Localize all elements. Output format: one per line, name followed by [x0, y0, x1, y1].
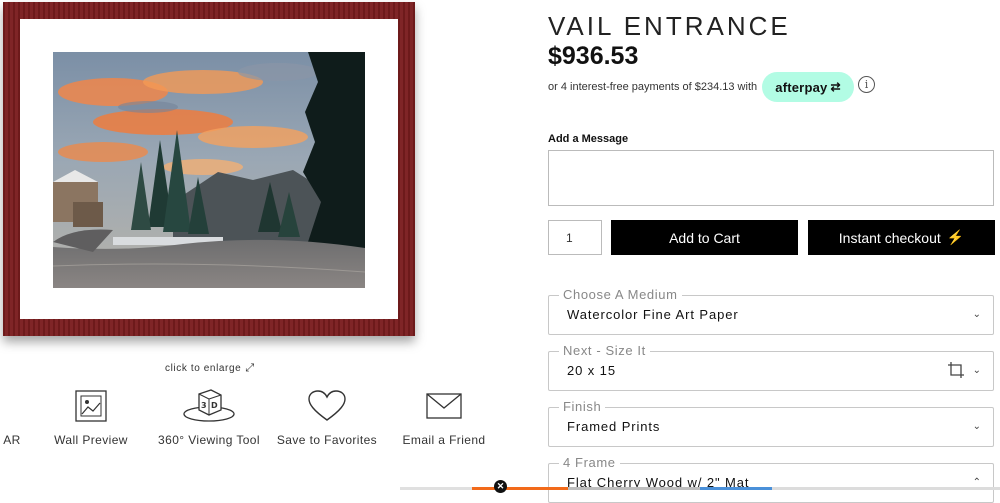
medium-legend: Choose A Medium	[559, 287, 682, 302]
chevron-down-icon: ⌄	[972, 309, 981, 320]
lightning-icon: ⚡	[946, 229, 965, 245]
message-input[interactable]	[548, 150, 994, 206]
chevron-down-icon: ⌄	[972, 421, 981, 432]
360-viewer-tool[interactable]: 3 D 360° Viewing Tool	[155, 388, 263, 447]
save-favorites-tool[interactable]: Save to Favorites	[275, 388, 379, 447]
ar-label: AR	[3, 433, 21, 447]
expand-icon: ⤢	[245, 362, 255, 374]
product-price: $936.53	[548, 42, 639, 70]
instant-checkout-button[interactable]: Instant checkout ⚡	[808, 220, 995, 255]
medium-select[interactable]: Choose A Medium Watercolor Fine Art Pape…	[548, 287, 994, 335]
360-viewer-label: 360° Viewing Tool	[158, 433, 260, 447]
envelope-icon	[400, 388, 488, 424]
3d-viewer-icon: 3 D	[155, 388, 263, 424]
email-friend-tool[interactable]: Email a Friend	[400, 388, 488, 447]
crop-icon[interactable]	[947, 361, 965, 384]
finish-select[interactable]: Finish Framed Prints ⌄	[548, 399, 994, 447]
add-to-cart-button[interactable]: Add to Cart	[611, 220, 798, 255]
ar-tool[interactable]: AR	[0, 388, 24, 447]
afterpay-logo-icon: ⇄	[830, 80, 841, 94]
finish-legend: Finish	[559, 399, 606, 414]
size-legend: Next - Size It	[559, 343, 650, 358]
email-friend-label: Email a Friend	[402, 433, 486, 447]
size-select[interactable]: Next - Size It 20 x 15 ⌄	[548, 343, 994, 391]
installment-text: or 4 interest-free payments of $234.13 w…	[548, 81, 758, 93]
afterpay-badge[interactable]: afterpay ⇄	[762, 72, 854, 102]
framed-artwork[interactable]	[3, 2, 415, 336]
product-tools: AR Wall Preview 3 D 360° Viewing Tool Sa…	[0, 388, 500, 458]
add-to-cart-label: Add to Cart	[669, 229, 740, 246]
close-icon[interactable]: ✕	[494, 480, 507, 493]
size-value: 20 x 15	[567, 363, 616, 378]
enlarge-label: click to enlarge	[165, 363, 242, 374]
wall-preview-icon	[50, 388, 132, 424]
svg-text:D: D	[211, 401, 218, 410]
frame-select[interactable]: 4 Frame Flat Cherry Wood w/ 2" Mat ⌃	[548, 455, 994, 503]
artwork-image[interactable]	[53, 52, 365, 288]
info-icon[interactable]: i	[858, 76, 875, 93]
afterpay-label: afterpay	[775, 79, 828, 95]
finish-value: Framed Prints	[567, 419, 661, 434]
product-title: VAIL ENTRANCE	[548, 11, 791, 42]
chevron-down-icon: ⌄	[972, 365, 981, 376]
click-to-enlarge[interactable]: click to enlarge ⤢	[165, 362, 255, 375]
ar-icon	[0, 388, 24, 424]
medium-value: Watercolor Fine Art Paper	[567, 307, 739, 322]
instant-checkout-label: Instant checkout	[838, 229, 941, 246]
quantity-input[interactable]	[548, 220, 602, 255]
message-label: Add a Message	[548, 133, 629, 145]
wall-preview-label: Wall Preview	[54, 433, 128, 447]
frame-legend: 4 Frame	[559, 455, 620, 470]
save-favorites-label: Save to Favorites	[276, 433, 378, 447]
svg-text:3: 3	[201, 401, 207, 410]
heart-icon	[275, 388, 379, 424]
wall-preview-tool[interactable]: Wall Preview	[50, 388, 132, 447]
